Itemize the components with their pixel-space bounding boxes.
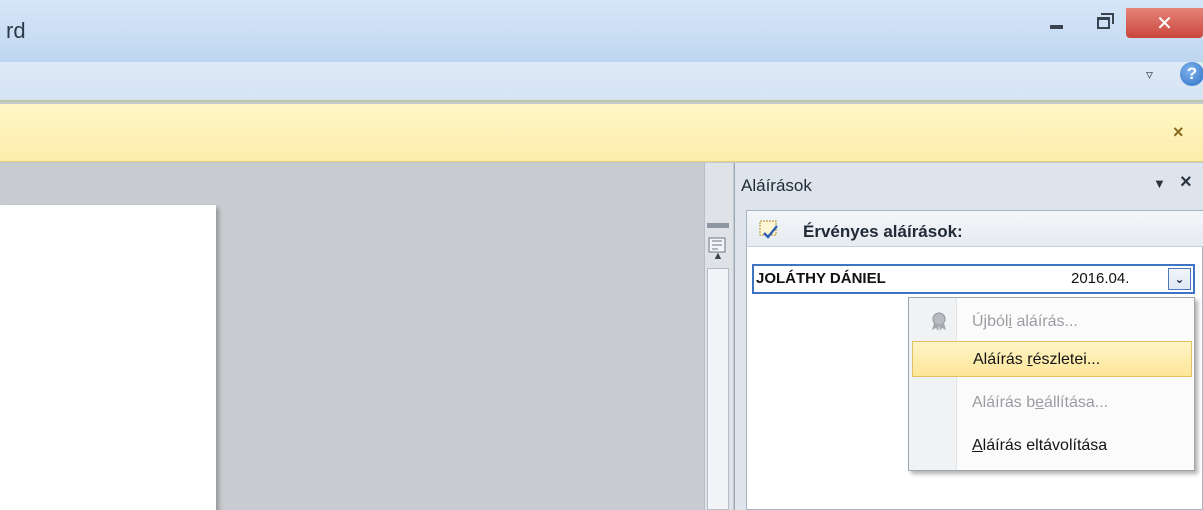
menu-item-signature-details[interactable]: Aláírás részletei... [912, 341, 1192, 377]
restore-icon [1096, 13, 1114, 29]
valid-signature-icon [759, 220, 778, 239]
signer-name: JOLÁTHY DÁNIEL [756, 270, 886, 287]
pane-title: Aláírások [741, 176, 812, 195]
title-bar: rd ✕ [0, 0, 1203, 62]
ribbon-collapse-icon[interactable]: ▿ [1146, 66, 1153, 83]
minimize-button[interactable] [1033, 8, 1079, 38]
pane-close-button[interactable]: × [1180, 171, 1192, 194]
close-icon: ✕ [1156, 12, 1173, 35]
ribbon-badge-icon [932, 312, 946, 331]
close-window-button[interactable]: ✕ [1126, 8, 1203, 38]
chevron-down-icon: ⌄ [1174, 272, 1185, 286]
help-button[interactable]: ? [1180, 62, 1203, 86]
section-title: Érvényes aláírások: [803, 222, 963, 241]
message-bar-close-button[interactable]: × [1173, 122, 1184, 143]
menu-item-signature-setup[interactable]: Aláírás beállítása... [912, 385, 1192, 421]
menu-item-remove-signature[interactable]: Aláírás eltávolítása [912, 428, 1192, 464]
document-page[interactable] [0, 205, 216, 510]
menu-item-sign-again[interactable]: Újbóli aláírás... [912, 304, 1192, 340]
pane-menu-chevron-icon[interactable]: ▼ [1153, 176, 1166, 191]
message-bar: × [0, 104, 1203, 162]
scroll-up-arrow-icon[interactable]: ▲ [707, 245, 729, 267]
menu-item-label: Aláírás beállítása... [972, 394, 1109, 411]
scroll-track[interactable] [707, 268, 729, 510]
signature-date: 2016.04. [1071, 270, 1130, 287]
restore-button[interactable] [1080, 8, 1126, 38]
menu-item-label: Aláírás eltávolítása [972, 437, 1108, 454]
menu-item-label: Újbóli aláírás... [972, 313, 1078, 330]
minimize-icon [1049, 25, 1063, 29]
window-title: rd [6, 18, 26, 43]
ribbon-strip [0, 62, 1203, 102]
split-handle[interactable] [707, 223, 729, 228]
signature-dropdown-button[interactable]: ⌄ [1168, 268, 1191, 290]
menu-item-label: Aláírás részletei... [973, 351, 1101, 368]
